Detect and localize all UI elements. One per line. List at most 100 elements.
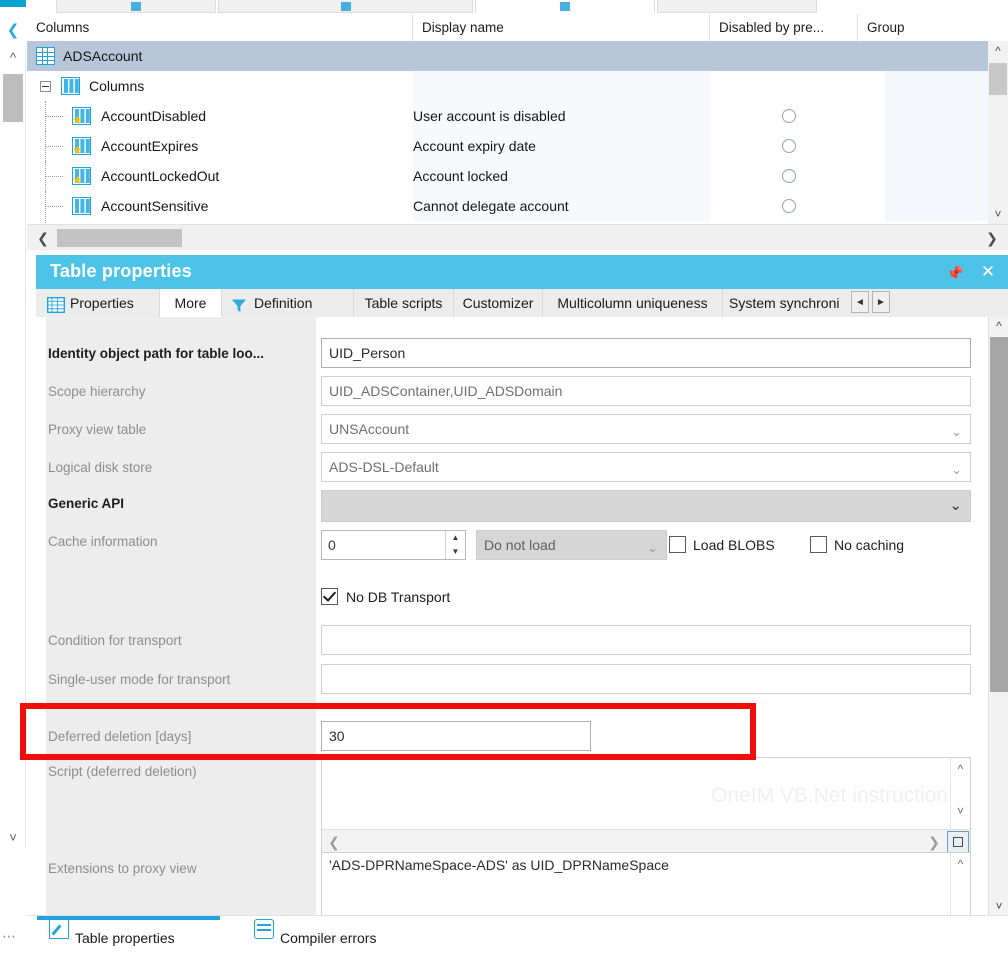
table-row[interactable]: ADSAccount	[27, 41, 993, 71]
no-caching-label: No caching	[834, 537, 905, 553]
table-row[interactable]: AccountSensitive Cannot delegate account	[27, 191, 993, 223]
no-caching-checkbox[interactable]	[810, 536, 827, 553]
grid-horizontal-scrollbar[interactable]: ❮ ❯	[27, 224, 1008, 251]
logical-disk-store-select[interactable]: ADS-DSL-Default ⌄	[321, 452, 971, 482]
condition-for-transport-input[interactable]	[321, 625, 971, 655]
tab-properties[interactable]: Properties	[40, 289, 160, 317]
load-blobs-checkbox[interactable]	[669, 536, 686, 553]
grid-header: Columns Display name Disabled by pre... …	[27, 14, 1008, 42]
disabled-by-precondition-indicator[interactable]	[782, 169, 796, 183]
cache-load-mode-select[interactable]: Do not load ⌄	[476, 530, 667, 560]
extensions-vertical-scrollbar[interactable]: ^	[950, 853, 970, 915]
stepper-buttons[interactable]: ▲ ▼	[445, 531, 465, 559]
grid-header-columns[interactable]: Columns	[27, 14, 413, 41]
scroll-up-icon[interactable]: ^	[951, 760, 970, 778]
tree-line	[45, 191, 46, 223]
tree-line	[45, 116, 63, 117]
doc-tab-3-active[interactable]	[475, 0, 655, 13]
columns-grid: Columns Display name Disabled by pre... …	[27, 0, 1008, 251]
grid-header-display[interactable]: Display name	[413, 14, 710, 41]
scroll-down-icon[interactable]: ˅	[951, 802, 970, 820]
properties-form: Identity object path for table loo... Sc…	[36, 317, 988, 915]
tab-customizer[interactable]: Customizer	[454, 289, 543, 317]
dock-item-compiler-errors[interactable]: Compiler errors	[280, 925, 376, 951]
label-column	[46, 317, 316, 915]
label-proxy-view-table: Proxy view table	[48, 422, 147, 437]
dock-item-table-properties[interactable]: Table properties	[75, 925, 175, 951]
column-star-icon: ★	[72, 107, 91, 127]
scroll-thumb[interactable]	[3, 74, 23, 122]
script-deferred-deletion-editor[interactable]: OneIM VB.Net instruction ^ ˅ ❮ ❯	[321, 757, 971, 857]
overflow-dots-icon[interactable]: ⋯	[2, 928, 17, 945]
stepper-down-icon[interactable]: ▼	[446, 545, 465, 559]
bottom-dock: Table properties Compiler errors	[27, 915, 1008, 961]
tab-definition[interactable]: Definition	[222, 289, 354, 317]
close-icon[interactable]: ✕	[978, 262, 998, 282]
chevron-down-icon[interactable]: ⌄	[647, 537, 658, 559]
panel-title-bar: Table properties 📌 ✕	[36, 255, 1008, 289]
disabled-by-precondition-indicator[interactable]	[782, 139, 796, 153]
scope-hierarchy-input[interactable]: UID_ADSContainer,UID_ADSDomain	[321, 376, 971, 406]
table-row[interactable]: ★ AccountLockedOut Account locked	[27, 161, 993, 191]
stepper-up-icon[interactable]: ▲	[446, 531, 465, 545]
filter-icon-svg	[232, 299, 246, 312]
table-row[interactable]: ★ AccountDisabled User account is disabl…	[27, 101, 993, 131]
column-star-icon: ★	[72, 167, 91, 187]
accent-bar	[0, 0, 26, 7]
table-row[interactable]: ★ AccountExpires Account expiry date	[27, 131, 993, 161]
tab-more[interactable]: More	[160, 289, 222, 317]
tab-scroll-prev-button[interactable]: ◄	[851, 291, 869, 313]
scroll-up-icon[interactable]: ^	[989, 317, 1008, 335]
tab-label: Properties	[70, 295, 134, 311]
tab-multicolumn-uniqueness[interactable]: Multicolumn uniqueness	[543, 289, 723, 317]
deferred-deletion-days-input[interactable]: 30	[321, 721, 591, 751]
left-scrollbar[interactable]: ^ ˅	[1, 48, 26, 848]
tree-collapse-toggle[interactable]	[40, 81, 51, 92]
grid-header-group[interactable]: Group	[858, 14, 1008, 41]
tab-table-scripts[interactable]: Table scripts	[354, 289, 454, 317]
grid-body: ADSAccount Columns ★ AccountDisabled Use…	[27, 41, 1008, 223]
generic-api-select[interactable]: ⌄	[321, 490, 971, 522]
pin-icon[interactable]: 📌	[946, 264, 964, 282]
star-overlay-icon: ★	[72, 173, 83, 187]
scroll-up-icon[interactable]: ^	[951, 855, 970, 873]
collapse-left-icon[interactable]: ❮	[3, 22, 23, 40]
proxy-view-table-select[interactable]: UNSAccount ⌄	[321, 414, 971, 444]
chevron-down-icon[interactable]: ⌄	[951, 421, 962, 443]
tab-system-synchronization[interactable]: System synchroni	[723, 289, 849, 317]
no-db-transport-checkbox[interactable]	[321, 588, 338, 605]
doc-tab-4[interactable]	[657, 0, 817, 13]
chevron-down-icon[interactable]: ⌄	[949, 495, 962, 517]
disabled-by-precondition-indicator[interactable]	[782, 109, 796, 123]
identity-object-path-input[interactable]: UID_Person	[321, 338, 971, 368]
expand-editor-button[interactable]	[947, 831, 969, 853]
extensions-to-proxy-view-editor[interactable]: 'ADS-DPRNameSpace-ADS' as UID_DPRNameSpa…	[321, 852, 971, 915]
chevron-down-icon[interactable]: ⌄	[951, 459, 962, 481]
table-row[interactable]: Columns	[27, 71, 993, 101]
scroll-thumb[interactable]	[989, 63, 1007, 95]
panel-vertical-scrollbar[interactable]: ^ ˅	[988, 317, 1008, 915]
cache-size-stepper[interactable]: 0 ▲ ▼	[321, 530, 466, 560]
tab-label: Table scripts	[364, 295, 443, 311]
scroll-down-icon[interactable]: ˅	[1, 828, 25, 848]
scroll-down-icon[interactable]: ˅	[988, 204, 1008, 224]
row-display-name: Account expiry date	[413, 138, 536, 154]
scroll-right-icon[interactable]: ❯	[980, 225, 1004, 251]
scroll-down-icon[interactable]: ˅	[989, 897, 1008, 915]
disabled-by-precondition-indicator[interactable]	[782, 199, 796, 213]
grid-vertical-scrollbar[interactable]: ^ ˅	[988, 41, 1008, 224]
tab-scroll-next-button[interactable]: ►	[872, 291, 890, 313]
scroll-up-icon[interactable]: ^	[988, 41, 1008, 61]
scroll-up-icon[interactable]: ^	[1, 48, 25, 68]
grid-header-disabled[interactable]: Disabled by pre...	[710, 14, 858, 41]
scroll-thumb[interactable]	[57, 229, 182, 247]
left-rail: ❮ ^ ˅	[0, 0, 26, 915]
cell-group-bg	[885, 131, 993, 161]
doc-tab-2[interactable]	[218, 0, 473, 13]
row-display-name: User account is disabled	[413, 108, 566, 124]
doc-tab-1[interactable]	[56, 0, 216, 13]
star-overlay-icon: ★	[72, 113, 83, 127]
single-user-mode-input[interactable]	[321, 664, 971, 694]
scroll-left-icon[interactable]: ❮	[31, 225, 55, 251]
scroll-thumb[interactable]	[990, 337, 1008, 692]
